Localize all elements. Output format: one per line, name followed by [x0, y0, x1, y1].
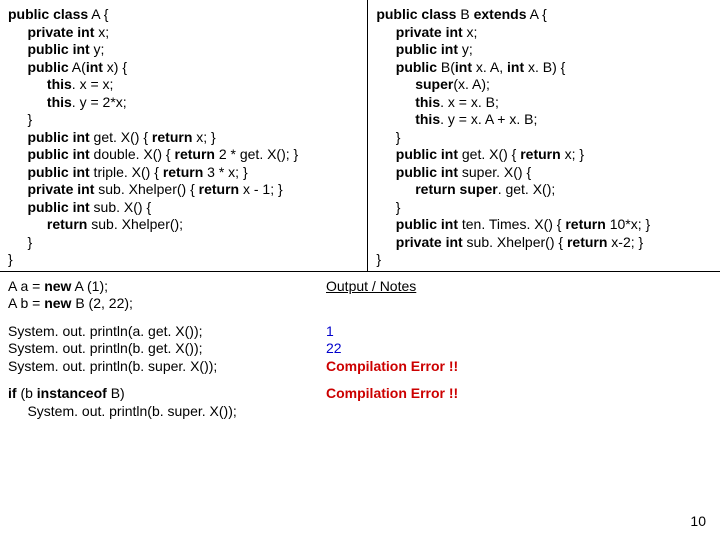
print-calls-1: System. out. println(a. get. X()); Syste… [8, 323, 326, 376]
print-calls-2: if (b instanceof B) System. out. println… [8, 385, 326, 420]
top-panels: public class A { private int x; public i… [0, 0, 720, 272]
class-a-panel: public class A { private int x; public i… [0, 0, 368, 271]
declarations: A a = new A (1); A b = new B (2, 22); [8, 278, 326, 313]
class-b-panel: public class B extends A { private int x… [368, 0, 720, 271]
class-b-code: public class B extends A { private int x… [376, 6, 712, 269]
output-2: Compilation Error !! [326, 385, 458, 403]
class-a-code: public class A { private int x; public i… [8, 6, 359, 269]
bottom-section: A a = new A (1); A b = new B (2, 22); Ou… [0, 272, 720, 427]
page-number: 10 [690, 513, 706, 531]
output-1: 1 22 Compilation Error !! [326, 323, 458, 376]
output-heading: Output / Notes [326, 278, 416, 296]
